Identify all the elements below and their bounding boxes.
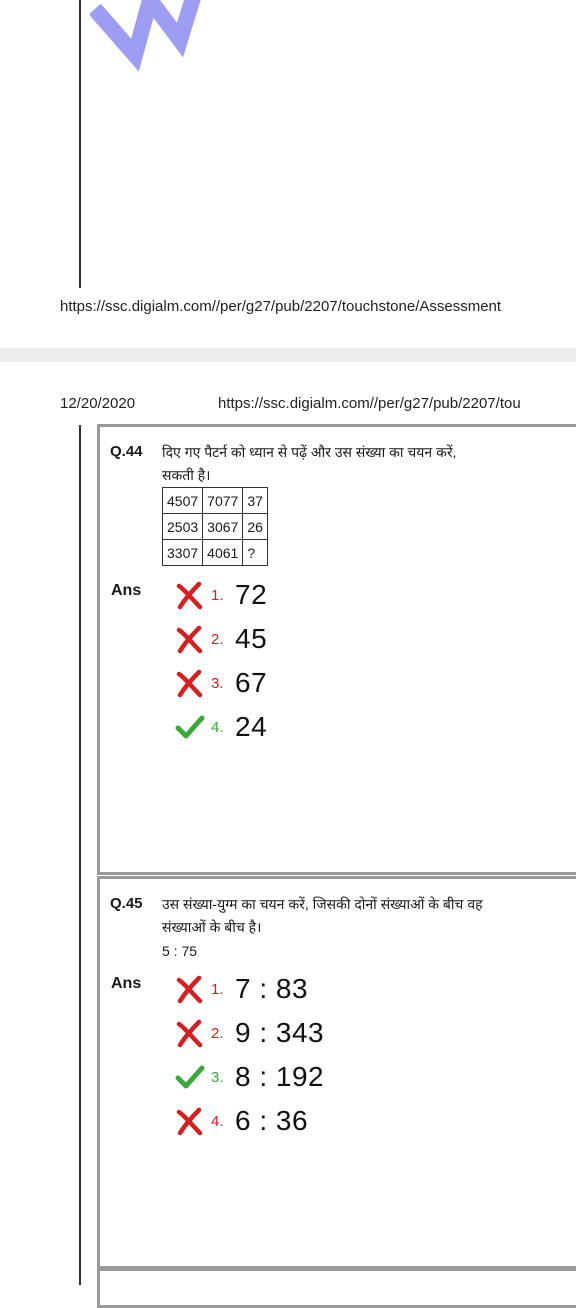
page-margin-line [79,0,81,288]
page-separator [0,348,576,362]
previous-page-fragment: https://ssc.digialm.com//per/g27/pub/220… [0,0,576,348]
option-2: 2. 45 [175,619,267,659]
answer-label: Ans [111,582,142,599]
given-number-pair: 5 : 75 [162,943,198,959]
header-url[interactable]: https://ssc.digialm.com//per/g27/pub/220… [218,395,521,412]
question-text-line: सकती है। [162,467,211,483]
table-cell: 2503 [161,513,204,540]
question-number: Q.45 [110,895,143,912]
question-number: Q.44 [110,443,143,460]
table-cell: 7077 [202,487,244,514]
option-number: 2. [211,630,224,648]
option-number: 4. [211,1112,224,1130]
option-value: 9 : 343 [235,1017,325,1048]
table-cell: 3067 [202,513,244,540]
option-value: 67 [235,667,268,698]
watermark [90,0,250,80]
wrong-cross-icon [176,1107,203,1136]
wrong-cross-icon [176,581,203,610]
table-cell: 3307 [161,539,204,566]
correct-check-icon [175,1065,205,1089]
option-value: 7 : 83 [235,973,309,1004]
question-card-45: Q.45 उस संख्या-युग्म का चयन करें, जिसकी … [97,876,576,1269]
table-cell: 4061 [202,539,244,566]
question-text-line: उस संख्या-युग्म का चयन करें, जिसकी दोनों… [162,896,483,912]
question-card-44: Q.44 दिए गए पैटर्न को ध्यान से पढ़ें और … [97,424,576,875]
option-number: 1. [211,980,224,998]
table-cell: ? [242,539,268,566]
option-3: 3. 67 [175,663,267,703]
wrong-cross-icon [176,975,203,1004]
option-number: 4. [211,718,224,736]
option-1: 1. 72 [175,575,267,615]
question-text: दिए गए पैटर्न को ध्यान से पढ़ें और उस सं… [162,441,576,487]
wrong-cross-icon [176,669,203,698]
question-text-line: दिए गए पैटर्न को ध्यान से पढ़ें और उस सं… [162,444,457,460]
current-page: 12/20/2020 https://ssc.digialm.com//per/… [0,362,576,1308]
pattern-table: 4507 7077 37 2503 3067 26 3307 4061 ? [161,487,268,566]
option-3: 3. 8 : 192 [175,1057,324,1097]
option-2: 2. 9 : 343 [175,1013,324,1053]
table-row: 3307 4061 ? [161,539,268,566]
option-4: 4. 6 : 36 [175,1101,308,1141]
option-value: 72 [235,579,268,610]
question-text: उस संख्या-युग्म का चयन करें, जिसकी दोनों… [162,893,576,939]
question-text-line: संख्याओं के बीच है। [162,919,262,935]
table-cell: 4507 [161,487,204,514]
option-number: 3. [211,1068,224,1086]
table-row: 4507 7077 37 [161,487,268,514]
table-cell: 26 [242,513,268,540]
option-value: 24 [235,711,268,742]
footer-url[interactable]: https://ssc.digialm.com//per/g27/pub/220… [60,298,501,315]
correct-check-icon [175,715,205,739]
wrong-cross-icon [176,1019,203,1048]
table-cell: 37 [242,487,268,514]
answer-label: Ans [111,975,142,992]
option-number: 3. [211,674,224,692]
page-date: 12/20/2020 [60,395,136,412]
wrong-cross-icon [176,625,203,654]
option-1: 1. 7 : 83 [175,969,308,1009]
page-margin-line [79,425,81,1285]
option-4: 4. 24 [175,707,267,747]
option-value: 6 : 36 [235,1105,309,1136]
option-value: 45 [235,623,268,654]
option-number: 2. [211,1024,224,1042]
next-question-card [97,1268,576,1308]
table-row: 2503 3067 26 [161,513,268,540]
option-value: 8 : 192 [235,1061,325,1092]
option-number: 1. [211,586,224,604]
